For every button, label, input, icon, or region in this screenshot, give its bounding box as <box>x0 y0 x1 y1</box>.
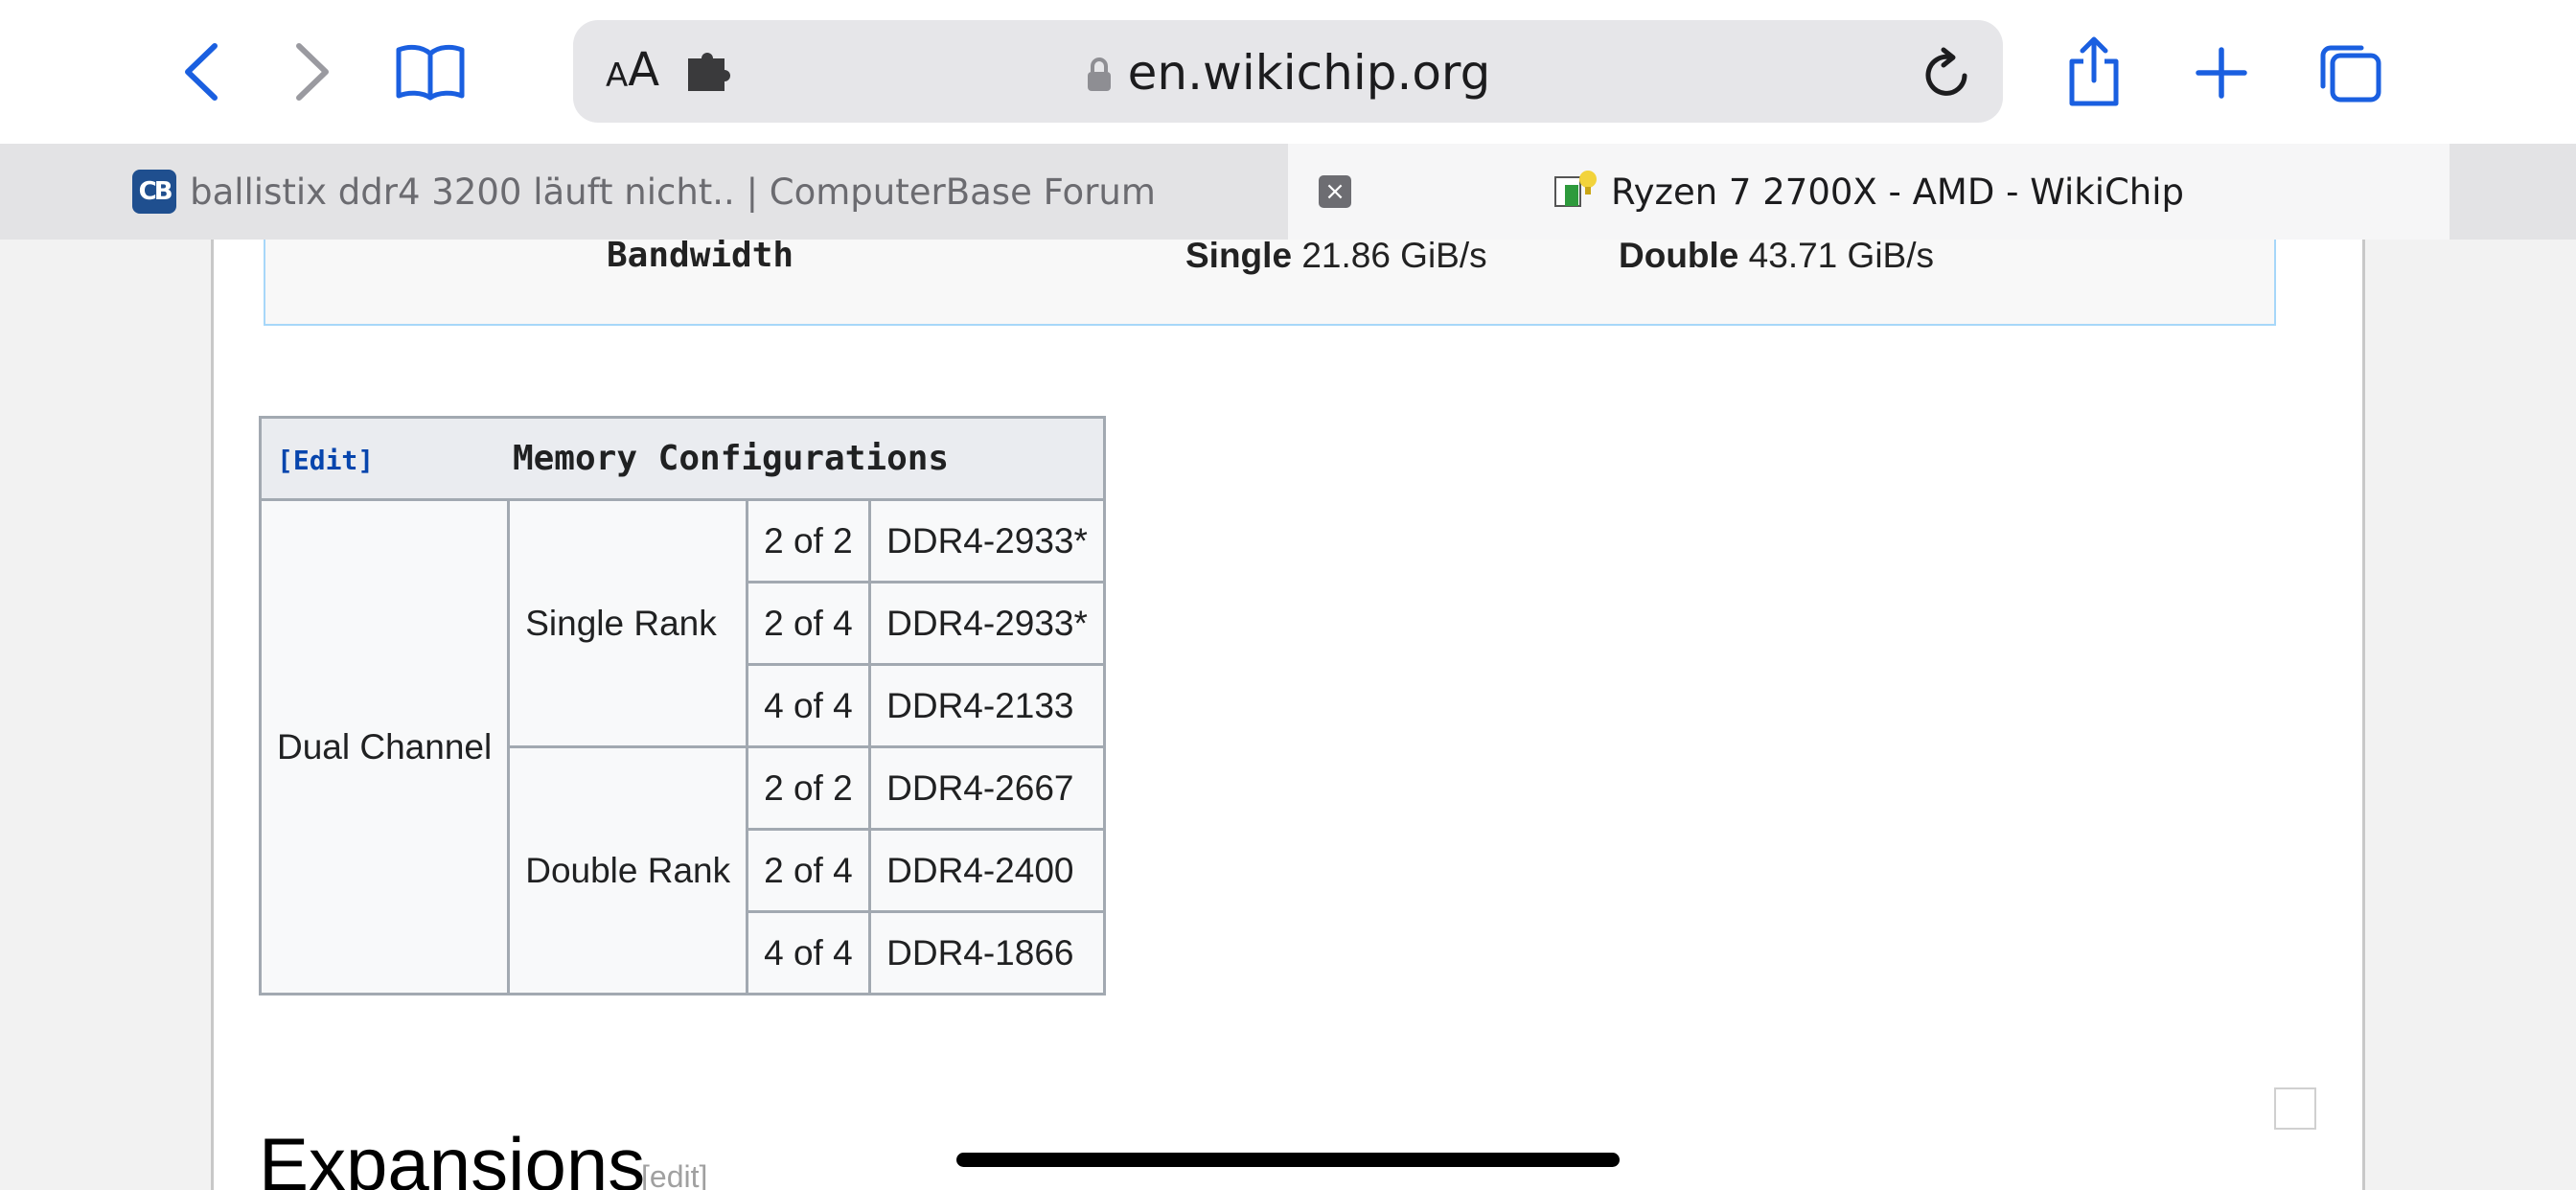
tab-title: ballistix ddr4 3200 läuft nicht.. | Comp… <box>190 171 1156 213</box>
rank-cell: Double Rank <box>507 745 749 995</box>
reload-icon[interactable] <box>1922 47 1972 101</box>
tab-title: Ryzen 7 2700X - AMD - WikiChip <box>1610 171 2185 213</box>
memory-configurations-table: [Edit] Memory Configurations Dual Channe… <box>258 416 1106 995</box>
speed-cell: DDR4-2133 <box>868 663 1106 748</box>
browser-toolbar: AA en.wikichip.org <box>0 0 2576 144</box>
table-title: Memory Configurations <box>512 439 950 478</box>
slots-cell: 4 of 4 <box>746 663 872 748</box>
slots-cell: 2 of 2 <box>746 498 872 584</box>
computerbase-favicon: CB <box>132 170 177 214</box>
channel-cell: Dual Channel <box>258 498 511 995</box>
lock-icon <box>1086 50 1113 103</box>
wiki-page: Bandwidth Single 21.86 GiB/s Double 43.7… <box>211 240 2365 1190</box>
chevron-left-icon[interactable] <box>182 42 220 102</box>
book-icon[interactable] <box>395 42 466 102</box>
table-header: [Edit] Memory Configurations <box>259 416 1106 501</box>
speed-cell: DDR4-2667 <box>868 745 1106 831</box>
chevron-right-icon[interactable] <box>293 42 332 102</box>
speed-cell: DDR4-2400 <box>868 828 1106 913</box>
tab-close-button[interactable]: × <box>1319 175 1351 208</box>
url-text: en.wikichip.org <box>1127 45 1491 101</box>
tab-wikichip[interactable]: Ryzen 7 2700X - AMD - WikiChip <box>1288 144 2450 240</box>
checkbox-placeholder[interactable] <box>2274 1087 2316 1130</box>
slots-cell: 2 of 2 <box>746 745 872 831</box>
url-display[interactable]: en.wikichip.org <box>573 46 2003 103</box>
speed-cell: DDR4-1866 <box>868 910 1106 995</box>
bandwidth-label: Bandwidth <box>607 240 794 275</box>
rank-cell: Single Rank <box>507 498 749 748</box>
slots-cell: 2 of 4 <box>746 828 872 913</box>
tab-bar: CB ballistix ddr4 3200 läuft nicht.. | C… <box>0 144 2576 240</box>
tab-bar-spacer <box>2450 144 2576 240</box>
share-icon[interactable] <box>2066 36 2122 107</box>
address-bar[interactable]: AA en.wikichip.org <box>573 20 2003 123</box>
wikichip-favicon <box>1553 166 1598 218</box>
bandwidth-row: Bandwidth Single 21.86 GiB/s Double 43.7… <box>264 240 2276 326</box>
speed-cell: DDR4-2933* <box>868 498 1106 584</box>
tabs-overview-icon[interactable] <box>2315 42 2384 105</box>
slots-cell: 4 of 4 <box>746 910 872 995</box>
home-indicator[interactable] <box>956 1153 1620 1167</box>
section-edit-link[interactable]: [edit] <box>641 1159 707 1190</box>
section-heading: Expansions <box>259 1122 646 1190</box>
bandwidth-double: Double 43.71 GiB/s <box>1619 240 1935 275</box>
edit-link[interactable]: [Edit] <box>277 445 374 476</box>
bandwidth-single: Single 21.86 GiB/s <box>1185 240 1487 275</box>
tab-computerbase[interactable]: CB ballistix ddr4 3200 läuft nicht.. | C… <box>0 144 1288 240</box>
table-row: Dual Channel Single Rank 2 of 2 DDR4-293… <box>258 498 1106 995</box>
speed-cell: DDR4-2933* <box>868 581 1106 666</box>
plus-icon[interactable] <box>2195 46 2248 100</box>
slots-cell: 2 of 4 <box>746 581 872 666</box>
